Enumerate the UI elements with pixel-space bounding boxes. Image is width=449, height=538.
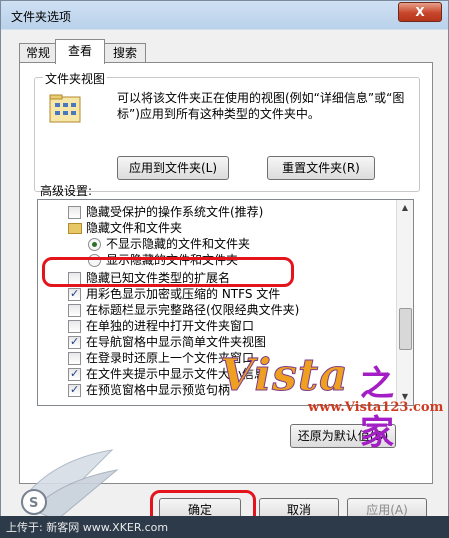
list-item-label: 在标题栏显示完整路径(仅限经典文件夹) (86, 303, 300, 317)
svg-text:S: S (29, 496, 38, 511)
list-item-label: 隐藏受保护的操作系统文件(推荐) (86, 205, 264, 219)
window-title: 文件夹选项 (11, 10, 72, 24)
scroll-thumb[interactable] (399, 308, 412, 350)
list-scrollbar[interactable]: ▲ ▼ (396, 200, 413, 405)
scroll-up-arrow-icon[interactable]: ▲ (397, 200, 413, 216)
title-bar[interactable]: 文件夹选项 X (1, 1, 448, 29)
list-item-label: 隐藏文件和文件夹 (86, 221, 183, 235)
list-item-label: 在导航窗格中显示简单文件夹视图 (86, 335, 267, 349)
folder-tips-size-checkbox[interactable] (68, 366, 81, 382)
preview-handlers-checkbox[interactable] (68, 382, 81, 398)
hide-protected-files-checkbox[interactable] (68, 206, 81, 219)
upload-credit-strip: 上传于: 新客网 www.XKER.com (0, 516, 449, 538)
tab-view[interactable]: 查看 (55, 39, 105, 64)
list-item-label: 用彩色显示加密或压缩的 NTFS 文件 (86, 287, 281, 301)
upload-credit-text: 上传于: 新客网 www.XKER.com (6, 521, 169, 534)
folder-views-group: 文件夹视图 可以将该文件夹正在使用的视图(例如“详细信息”或“图标”)应用到所有… (34, 70, 420, 192)
simple-folder-view-checkbox[interactable] (68, 334, 81, 350)
folder-views-label: 文件夹视图 (43, 70, 108, 87)
close-button[interactable]: X (398, 2, 442, 22)
list-item-label: 不显示隐藏的文件和文件夹 (106, 237, 251, 251)
list-item-label: 在预览窗格中显示预览句柄 (86, 383, 231, 397)
watermark-url: www.Vista123.com (308, 400, 444, 415)
folder-icon (68, 223, 82, 234)
full-path-checkbox[interactable] (68, 304, 81, 317)
dont-show-hidden-radio[interactable] (88, 238, 101, 251)
advanced-settings-label: 高级设置: (40, 184, 93, 198)
restore-windows-checkbox[interactable] (68, 352, 81, 365)
folder-view-icon (49, 94, 81, 123)
watermark-brand: Vista (220, 350, 349, 402)
color-encrypted-checkbox[interactable] (68, 286, 81, 302)
reset-folders-button[interactable]: 重置文件夹(R) (267, 156, 375, 180)
tab-general[interactable]: 常规 (19, 43, 57, 63)
list-item-label: 在单独的进程中打开文件夹窗口 (86, 319, 255, 333)
folder-views-description: 可以将该文件夹正在使用的视图(例如“详细信息”或“图标”)应用到所有这种类型的文… (117, 91, 405, 121)
highlight-hide-extensions (42, 257, 294, 287)
separate-process-checkbox[interactable] (68, 320, 81, 333)
tab-search[interactable]: 搜索 (104, 43, 146, 63)
apply-to-folders-button[interactable]: 应用到文件夹(L) (117, 156, 229, 180)
